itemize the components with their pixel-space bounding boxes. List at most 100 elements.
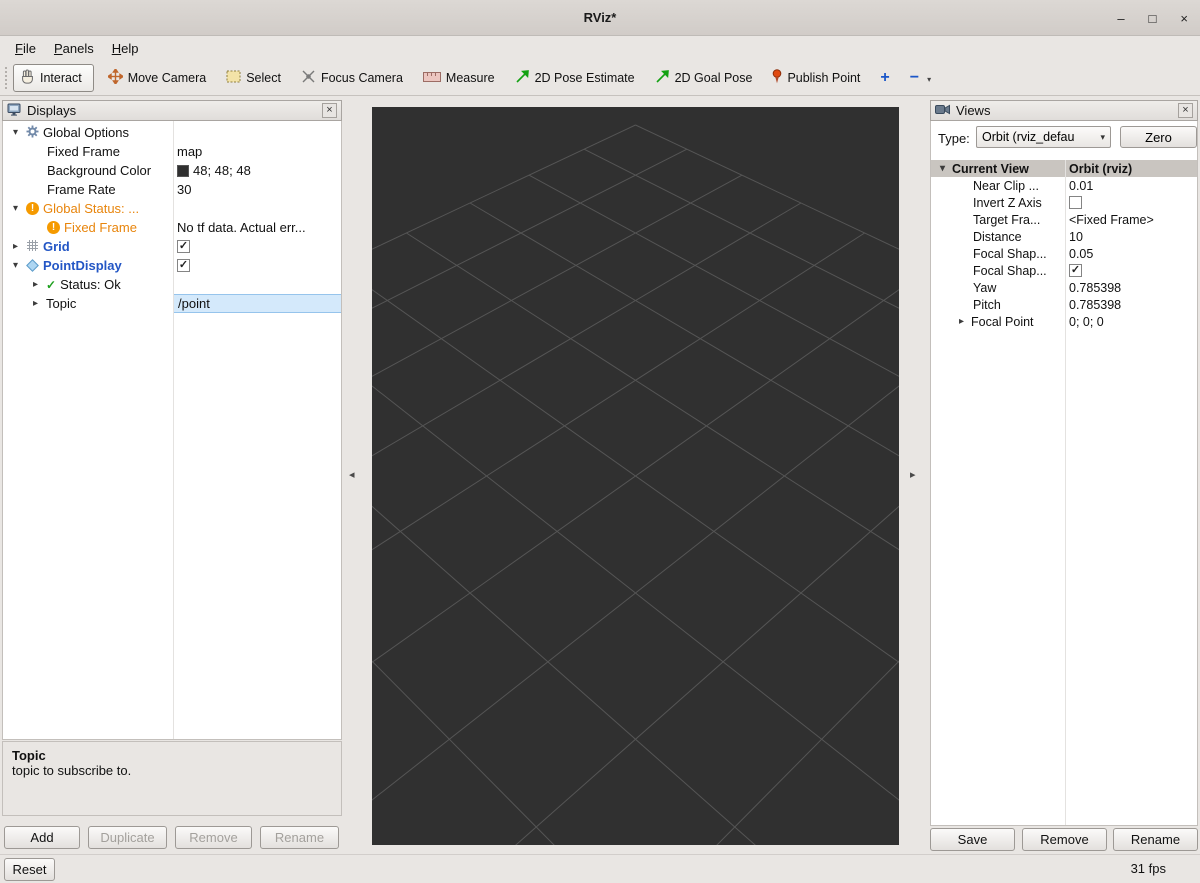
- view-row-yaw[interactable]: Yaw 0.785398: [931, 279, 1197, 296]
- view-row-distance[interactable]: Distance 10: [931, 228, 1197, 245]
- close-icon[interactable]: ×: [1180, 11, 1188, 26]
- views-rename-button[interactable]: Rename: [1113, 828, 1198, 851]
- toolbar: Interact Move Camera Select Focus Camera…: [0, 60, 1200, 96]
- close-icon[interactable]: ×: [322, 103, 337, 118]
- grid-icon: [26, 239, 39, 255]
- views-panel-header[interactable]: Views ×: [930, 100, 1198, 121]
- displays-tree: ▾ Global Options Fixed Frame map Backgro…: [2, 121, 342, 740]
- property-value[interactable]: 0; 0; 0: [1069, 315, 1104, 329]
- add-button[interactable]: Add: [4, 826, 80, 849]
- expander-open-icon[interactable]: ▾: [936, 163, 949, 174]
- collapse-right-panel-icon[interactable]: ▸: [910, 468, 916, 481]
- expander-open-icon[interactable]: ▾: [9, 203, 22, 214]
- views-remove-button[interactable]: Remove: [1022, 828, 1107, 851]
- zero-button[interactable]: Zero: [1120, 126, 1197, 148]
- save-button[interactable]: Save: [930, 828, 1015, 851]
- focal-shape-checkbox[interactable]: ✓: [1069, 264, 1082, 277]
- tree-row-global-options[interactable]: ▾ Global Options: [3, 123, 341, 142]
- rename-button: Rename: [260, 826, 339, 849]
- view-row-pitch[interactable]: Pitch 0.785398: [931, 296, 1197, 313]
- window-title: RViz*: [584, 10, 617, 25]
- view-row-near-clip[interactable]: Near Clip ... 0.01: [931, 177, 1197, 194]
- maximize-icon[interactable]: □: [1149, 11, 1157, 26]
- reset-button[interactable]: Reset: [4, 858, 55, 881]
- expander-closed-icon[interactable]: ▸: [955, 316, 968, 327]
- property-name: PointDisplay: [43, 258, 122, 273]
- focus-camera-tool[interactable]: Focus Camera: [301, 69, 403, 87]
- tree-row-global-status[interactable]: ▾ ! Global Status: ...: [3, 199, 341, 218]
- toolbar-drag-handle[interactable]: [5, 67, 9, 89]
- tree-row-status-fixed-frame[interactable]: ! Fixed Frame No tf data. Actual err...: [3, 218, 341, 237]
- topic-value-cell[interactable]: /point: [173, 294, 342, 313]
- move-camera-icon: [108, 69, 123, 87]
- view-row-current-view[interactable]: ▾ Current View Orbit (rviz): [931, 160, 1197, 177]
- measure-label: Measure: [446, 71, 495, 85]
- view-row-focal-point[interactable]: ▸ Focal Point 0; 0; 0: [931, 313, 1197, 330]
- property-value[interactable]: /point: [178, 296, 210, 311]
- goal-pose-label: 2D Goal Pose: [675, 71, 753, 85]
- property-value[interactable]: 30: [177, 182, 191, 197]
- view-type-dropdown[interactable]: Orbit (rviz_defau ▾: [976, 126, 1111, 148]
- menu-help[interactable]: Help: [103, 38, 148, 59]
- property-name: Fixed Frame: [64, 220, 137, 235]
- collapse-left-panel-icon[interactable]: ◂: [349, 468, 355, 481]
- invert-z-checkbox[interactable]: [1069, 196, 1082, 209]
- expander-open-icon[interactable]: ▾: [9, 127, 22, 138]
- property-value[interactable]: 48; 48; 48: [193, 163, 251, 178]
- tree-row-background-color[interactable]: Background Color 48; 48; 48: [3, 161, 341, 180]
- view-row-invert-z[interactable]: Invert Z Axis: [931, 194, 1197, 211]
- focus-camera-icon: [301, 69, 316, 87]
- pose-estimate-tool[interactable]: 2D Pose Estimate: [515, 69, 635, 87]
- viewport[interactable]: [372, 107, 899, 845]
- title-bar[interactable]: RViz* – □ ×: [0, 0, 1200, 36]
- property-value[interactable]: 0.785398: [1069, 298, 1121, 312]
- grid-enabled-checkbox[interactable]: ✓: [177, 240, 190, 253]
- view-row-focal-shape-size[interactable]: Focal Shap... 0.05: [931, 245, 1197, 262]
- view-row-target-frame[interactable]: Target Fra... <Fixed Frame>: [931, 211, 1197, 228]
- warning-icon: !: [47, 221, 60, 234]
- property-name: Fixed Frame: [47, 144, 120, 159]
- interact-tool-button[interactable]: Interact: [13, 64, 94, 92]
- rviz-window: RViz* – □ × File Panels Help Interact Mo…: [0, 0, 1200, 883]
- expander-closed-icon[interactable]: ▸: [29, 279, 42, 290]
- view-row-focal-shape-fixed[interactable]: Focal Shap... ✓: [931, 262, 1197, 279]
- hand-icon: [20, 69, 35, 87]
- publish-point-tool[interactable]: Publish Point: [772, 69, 860, 87]
- goal-pose-tool[interactable]: 2D Goal Pose: [655, 69, 753, 87]
- tree-row-topic[interactable]: ▸ Topic /point: [3, 294, 341, 313]
- menu-panels[interactable]: Panels: [45, 38, 103, 59]
- background-color-swatch[interactable]: [177, 165, 189, 177]
- chevron-down-icon: ▾: [1100, 132, 1105, 143]
- property-value[interactable]: <Fixed Frame>: [1069, 213, 1154, 227]
- chevron-down-icon[interactable]: ▾: [927, 75, 931, 87]
- property-value[interactable]: map: [177, 144, 202, 159]
- property-name: Current View: [952, 162, 1029, 176]
- displays-panel-header[interactable]: Displays ×: [2, 100, 342, 121]
- view-type-value: Orbit (rviz_defau: [982, 130, 1074, 144]
- expander-closed-icon[interactable]: ▸: [29, 298, 42, 309]
- property-value[interactable]: 0.05: [1069, 247, 1093, 261]
- expander-closed-icon[interactable]: ▸: [9, 241, 22, 252]
- add-tool-button[interactable]: +: [880, 69, 889, 87]
- tree-row-frame-rate[interactable]: Frame Rate 30: [3, 180, 341, 199]
- property-name: Focal Shap...: [973, 247, 1047, 261]
- tree-row-status-ok[interactable]: ▸ ✓ Status: Ok: [3, 275, 341, 294]
- property-value[interactable]: 0.785398: [1069, 281, 1121, 295]
- select-tool[interactable]: Select: [226, 70, 281, 86]
- property-name: Near Clip ...: [973, 179, 1039, 193]
- expander-open-icon[interactable]: ▾: [9, 260, 22, 271]
- menu-file[interactable]: File: [6, 38, 45, 59]
- property-value[interactable]: 10: [1069, 230, 1083, 244]
- duplicate-button: Duplicate: [88, 826, 167, 849]
- tree-row-point-display[interactable]: ▾ PointDisplay ✓: [3, 256, 341, 275]
- tree-row-fixed-frame[interactable]: Fixed Frame map: [3, 142, 341, 161]
- close-icon[interactable]: ×: [1178, 103, 1193, 118]
- move-camera-tool[interactable]: Move Camera: [108, 69, 207, 87]
- property-value[interactable]: 0.01: [1069, 179, 1093, 193]
- minimize-icon[interactable]: –: [1117, 11, 1124, 26]
- point-display-enabled-checkbox[interactable]: ✓: [177, 259, 190, 272]
- measure-tool[interactable]: Measure: [423, 71, 495, 85]
- select-label: Select: [246, 71, 281, 85]
- remove-tool-button[interactable]: − ▾: [910, 69, 931, 87]
- tree-row-grid[interactable]: ▸ Grid ✓: [3, 237, 341, 256]
